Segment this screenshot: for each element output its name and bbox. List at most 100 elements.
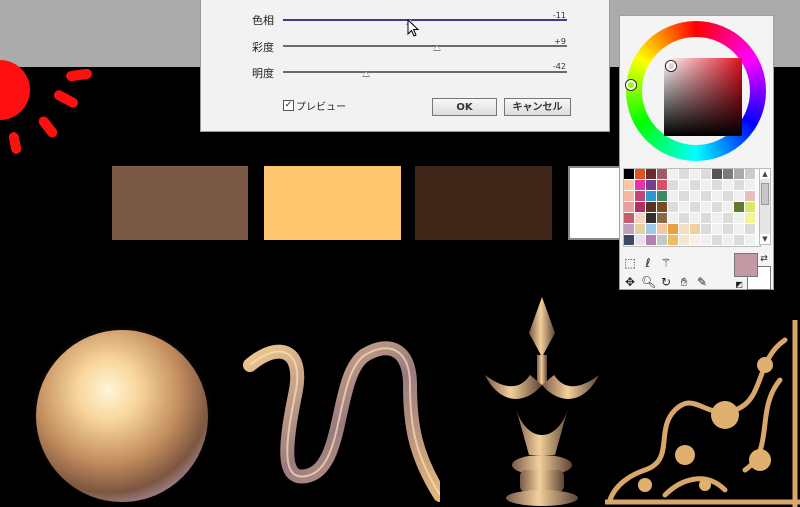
swatch-cell[interactable] [690, 224, 701, 235]
swatch-cell[interactable] [723, 202, 734, 213]
swatch-cell[interactable] [734, 191, 745, 202]
swatch-cell[interactable] [657, 180, 668, 191]
swatch-cell[interactable] [646, 213, 657, 224]
swatch-cell[interactable] [690, 235, 701, 246]
swatch-cell[interactable] [712, 169, 723, 180]
swatch-cell[interactable] [723, 191, 734, 202]
swatch-cell[interactable] [723, 224, 734, 235]
swatch-cell[interactable] [745, 202, 756, 213]
swatch-cell[interactable] [734, 224, 745, 235]
swatch-cell[interactable] [690, 169, 701, 180]
swatch-cell[interactable] [690, 191, 701, 202]
swatch-cell[interactable] [701, 191, 712, 202]
scroll-up-icon[interactable]: ▲ [760, 169, 770, 179]
main-color-swatch[interactable] [734, 253, 758, 277]
swatch-cell[interactable] [701, 202, 712, 213]
hue-wheel[interactable] [626, 21, 766, 161]
swatch-cell[interactable] [712, 191, 723, 202]
swatch-cell[interactable] [646, 235, 657, 246]
swatch-cell[interactable] [624, 191, 635, 202]
swatch-cell[interactable] [723, 180, 734, 191]
swatch-cell[interactable] [657, 224, 668, 235]
swatch-cell[interactable] [712, 202, 723, 213]
swatch-cell[interactable] [668, 235, 679, 246]
swatch-cell[interactable] [701, 235, 712, 246]
swatch-cell[interactable] [701, 169, 712, 180]
swatch-cell[interactable] [745, 191, 756, 202]
hue-marker[interactable] [626, 80, 636, 90]
swatch-cell[interactable] [690, 202, 701, 213]
swatch-cell[interactable] [734, 180, 745, 191]
swatch-cell[interactable] [723, 235, 734, 246]
move-icon[interactable]: ✥ [623, 275, 637, 289]
swatch-cell[interactable] [734, 213, 745, 224]
swatch-cell[interactable] [624, 180, 635, 191]
swatch-grid[interactable] [623, 168, 761, 247]
swatch-cell[interactable] [635, 202, 646, 213]
swatch-cell[interactable] [624, 213, 635, 224]
swatch-cell[interactable] [635, 169, 646, 180]
swatch-cell[interactable] [624, 202, 635, 213]
swatch-cell[interactable] [701, 224, 712, 235]
swatch-cell[interactable] [679, 180, 690, 191]
swatch-cell[interactable] [745, 213, 756, 224]
swatch-cell[interactable] [635, 235, 646, 246]
swatch-cell[interactable] [734, 169, 745, 180]
swatch-cell[interactable] [657, 235, 668, 246]
saturation-slider[interactable] [283, 45, 567, 47]
swatch-cell[interactable] [679, 213, 690, 224]
swatch-cell[interactable] [712, 180, 723, 191]
swatch-cell[interactable] [668, 202, 679, 213]
magic-wand-icon[interactable]: ⚚ [659, 256, 673, 270]
swatch-cell[interactable] [624, 169, 635, 180]
swatch-cell[interactable] [635, 213, 646, 224]
swatch-cell[interactable] [679, 202, 690, 213]
swatch-cell[interactable] [624, 235, 635, 246]
ok-button[interactable]: OK [432, 98, 497, 116]
swap-colors-icon[interactable]: ⇄ [757, 252, 771, 266]
swatch-cell[interactable] [635, 224, 646, 235]
swatch-cell[interactable] [723, 169, 734, 180]
swatch-cell[interactable] [646, 202, 657, 213]
swatch-cell[interactable] [712, 235, 723, 246]
swatch-cell[interactable] [679, 235, 690, 246]
swatch-cell[interactable] [635, 191, 646, 202]
eyedropper-icon[interactable]: ✎ [695, 275, 709, 289]
swatch-scrollbar[interactable]: ▲ ▼ [759, 168, 771, 245]
lasso-icon[interactable]: ℓ [641, 256, 655, 270]
swatch-cell[interactable] [646, 191, 657, 202]
swatch-cell[interactable] [734, 235, 745, 246]
swatch-cell[interactable] [745, 180, 756, 191]
swatch-cell[interactable] [657, 202, 668, 213]
selection-icon[interactable]: ⬚ [623, 256, 637, 270]
brightness-slider[interactable] [283, 71, 567, 73]
swatch-cell[interactable] [668, 213, 679, 224]
swatch-cell[interactable] [635, 180, 646, 191]
swatch-cell[interactable] [657, 213, 668, 224]
swatch-cell[interactable] [646, 180, 657, 191]
swatch-cell[interactable] [745, 235, 756, 246]
swatch-cell[interactable] [712, 224, 723, 235]
checkmark-icon[interactable]: ✓ [283, 100, 294, 111]
swatch-cell[interactable] [679, 191, 690, 202]
swatch-cell[interactable] [668, 180, 679, 191]
swatch-cell[interactable] [668, 224, 679, 235]
swatch-cell[interactable] [657, 169, 668, 180]
cancel-button[interactable]: キャンセル [504, 98, 571, 116]
swatch-cell[interactable] [701, 213, 712, 224]
swatch-cell[interactable] [745, 224, 756, 235]
swatch-cell[interactable] [646, 169, 657, 180]
saturation-slider-thumb[interactable] [433, 45, 441, 51]
swatch-cell[interactable] [624, 224, 635, 235]
rotate-icon[interactable]: ↻ [659, 275, 673, 289]
color-picker-marker[interactable] [666, 61, 676, 71]
swatch-cell[interactable] [657, 191, 668, 202]
swatch-cell[interactable] [701, 180, 712, 191]
swatch-cell[interactable] [690, 213, 701, 224]
swatch-cell[interactable] [690, 180, 701, 191]
scroll-thumb[interactable] [761, 183, 769, 205]
swatch-cell[interactable] [712, 213, 723, 224]
swatch-cell[interactable] [679, 169, 690, 180]
zoom-icon[interactable]: 🔍︎ [641, 275, 656, 289]
scroll-down-icon[interactable]: ▼ [760, 234, 770, 244]
